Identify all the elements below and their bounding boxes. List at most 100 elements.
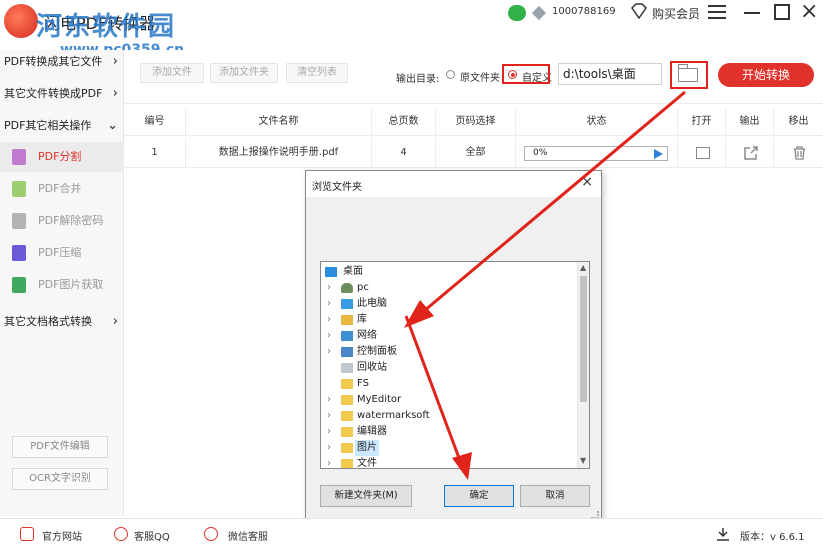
col-remove: 移出 [788,116,809,127]
scroll-up-icon[interactable]: ▲ [580,263,586,272]
cell-pages: 4 [372,138,436,168]
official-website-link[interactable]: 官方网站 [42,528,82,543]
tree-item-label: watermarksoft [357,410,430,421]
expand-chevron-icon[interactable]: › [327,280,335,296]
sidebar-item-label: PDF合并 [38,182,82,195]
sidebar-item-pdf-image-extract[interactable]: PDF图片获取 [0,270,124,300]
sidebar-item-pdf-split[interactable]: PDF分割 [0,142,124,172]
sidebar-section-label: 其它文档格式转换 [4,315,92,328]
cancel-button[interactable]: 取消 [520,485,590,507]
version-label: 版本：v 6.6.1 [740,532,805,543]
add-file-button[interactable]: 添加文件 [140,63,204,83]
folder-icon [341,379,353,389]
radio-original-folder[interactable] [446,70,455,79]
clear-list-button[interactable]: 清空列表 [286,63,348,83]
file-table-header: 编号 文件名称 总页数 页码选择 状态 打开 输出 移出 [124,108,823,136]
dialog-title: 浏览文件夹 [312,182,362,193]
scroll-thumb[interactable] [580,276,587,402]
sidebar-section-pdf-to-other[interactable]: PDF转换成其它文件 › [0,50,124,74]
output-path-input[interactable]: d:\tools\桌面 [558,63,662,85]
expand-chevron-icon[interactable]: › [327,440,335,456]
chevron-down-icon: ⌄ [107,118,118,133]
chevron-right-icon: › [112,314,118,329]
pdf-edit-button[interactable]: PDF文件编辑 [12,436,108,458]
scroll-down-icon[interactable]: ▼ [580,456,586,465]
watermark-logo: 河东软件园 [36,12,177,42]
sidebar-item-pdf-compress[interactable]: PDF压缩 [0,238,124,268]
download-icon[interactable] [716,527,730,541]
folder-icon [341,395,353,405]
sidebar-section-label: PDF转换成其它文件 [4,55,103,68]
col-status: 状态 [516,108,678,136]
folder-icon [341,427,353,437]
sidebar-item-label: PDF解除密码 [38,214,104,227]
sidebar-section-pdf-other-ops[interactable]: PDF其它相关操作 ⌄ [0,114,124,138]
tree-item-label: 文件 [357,458,377,469]
trash-icon[interactable] [793,146,806,160]
folder-icon [341,411,353,421]
chevron-right-icon: › [112,86,118,101]
browse-folder-dialog: 浏览文件夹 × 桌面 › pc › 此电脑 › 库 › 网络 › 控制面板 回收… [305,170,602,522]
browse-folder-icon[interactable] [677,64,698,82]
expand-chevron-icon[interactable]: › [327,312,335,328]
sidebar-item-pdf-unlock[interactable]: PDF解除密码 [0,206,124,236]
chevron-right-icon: › [112,54,118,69]
ocr-button[interactable]: OCR文字识别 [12,468,108,490]
wechat-icon[interactable] [508,5,526,21]
new-folder-button[interactable]: 新建文件夹(M) [320,485,412,507]
folder-tree[interactable]: 桌面 › pc › 此电脑 › 库 › 网络 › 控制面板 回收站 FS › M… [320,261,590,469]
qq-icon [114,527,128,541]
user-icon [341,283,353,293]
qq-support-link[interactable]: 客服QQ [134,528,170,543]
user-phone[interactable]: 1000788169 [552,6,616,17]
cell-index: 1 [124,138,186,168]
buy-vip-button[interactable]: 购买会员 [652,5,700,22]
tree-item-label: 桌面 [343,266,363,277]
start-convert-button[interactable]: 开始转换 [718,63,814,87]
minimize-icon[interactable] [744,12,760,14]
sidebar-section-other-to-pdf[interactable]: 其它文件转换成PDF › [0,82,124,106]
expand-chevron-icon[interactable]: › [327,456,335,468]
tree-item-label: MyEditor [357,394,402,405]
tree-item-label: 编辑器 [357,426,387,437]
folder-icon [341,459,353,468]
expand-chevron-icon[interactable]: › [327,408,335,424]
radio-original-label: 原文件夹 [460,73,500,84]
expand-chevron-icon[interactable]: › [327,328,335,344]
wechat-support-icon [204,527,218,541]
output-dir-label: 输出目录: [396,74,440,85]
menu-icon[interactable] [708,5,726,19]
play-arrow-icon [654,149,663,159]
vip-diamond-icon[interactable] [630,3,648,19]
app-logo-icon [4,4,38,38]
tree-item-label: 回收站 [357,362,387,373]
dialog-close-icon[interactable]: × [581,174,593,190]
col-index: 编号 [124,108,186,136]
sidebar-section-other-doc-formats[interactable]: 其它文档格式转换 › [0,310,124,334]
pdf-merge-icon [12,181,26,197]
add-folder-button[interactable]: 添加文件夹 [210,63,278,83]
sidebar-section-label: 其它文件转换成PDF [4,87,103,100]
expand-chevron-icon[interactable]: › [327,296,335,312]
maximize-icon[interactable] [774,4,790,20]
sidebar-item-label: PDF图片获取 [38,278,104,291]
expand-chevron-icon[interactable]: › [327,392,335,408]
tree-scrollbar[interactable]: ▲ ▼ [577,262,589,468]
diamond-icon [531,5,547,21]
table-row[interactable]: 1 数据上报操作说明手册.pdf 4 全部 0% [124,138,823,168]
wechat-support-link[interactable]: 微信客服 [228,528,268,543]
website-icon [20,527,34,541]
export-icon[interactable] [744,146,758,160]
tree-item-label: 此电脑 [357,298,387,309]
recycle-bin-icon [341,363,353,373]
sidebar-item-label: PDF分割 [38,150,82,163]
cell-range[interactable]: 全部 [436,138,516,168]
open-file-icon[interactable] [696,147,710,159]
expand-chevron-icon[interactable]: › [327,344,335,360]
ok-button[interactable]: 确定 [444,485,514,507]
expand-chevron-icon[interactable]: › [327,424,335,440]
close-icon[interactable]: × [800,1,818,23]
status-progress-bar: 0% [524,146,668,161]
sidebar-item-pdf-merge[interactable]: PDF合并 [0,174,124,204]
tree-item-label: 图片 [355,440,379,456]
